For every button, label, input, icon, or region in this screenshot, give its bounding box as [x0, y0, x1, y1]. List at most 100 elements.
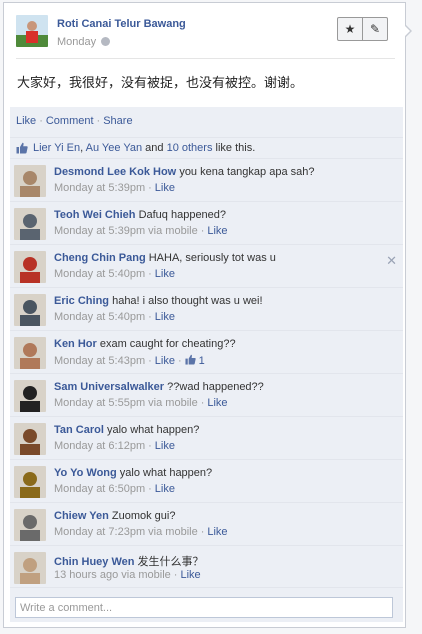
- comment-like-link[interactable]: Like: [155, 268, 175, 280]
- commenter-avatar[interactable]: [14, 466, 46, 498]
- comment-like-link[interactable]: Like: [155, 440, 175, 452]
- comment-time[interactable]: Monday at 5:43pm: [54, 355, 145, 367]
- write-comment-input[interactable]: [15, 597, 393, 618]
- comment-time[interactable]: Monday at 7:23pm: [54, 526, 145, 538]
- comment-author[interactable]: Chiew Yen: [54, 510, 109, 522]
- edit-pencil-button[interactable]: ✎: [362, 18, 387, 40]
- comment-author[interactable]: Teoh Wei Chieh: [54, 209, 136, 221]
- comment-time[interactable]: Monday at 6:12pm: [54, 440, 145, 452]
- avatar-image: [14, 509, 46, 541]
- avatar-head: [23, 214, 37, 228]
- commenter-avatar[interactable]: [14, 294, 46, 326]
- commenter-avatar[interactable]: [14, 552, 46, 584]
- commenter-avatar[interactable]: [14, 509, 46, 541]
- comment-time[interactable]: Monday at 5:40pm: [54, 311, 145, 323]
- comment-meta: Monday at 5:55pm via mobile · Like: [54, 397, 228, 409]
- comment-meta: Monday at 6:12pm · Like: [54, 440, 175, 452]
- comment-time[interactable]: Monday at 5:39pm: [54, 182, 145, 194]
- comment-row: Sam Universalwalker ??wad happened?? Mond…: [10, 373, 403, 416]
- poster-avatar[interactable]: [16, 15, 48, 47]
- comment-meta: 13 hours ago via mobile · Like: [54, 569, 201, 581]
- comment-like-link[interactable]: Like: [207, 397, 227, 409]
- avatar-body: [20, 272, 40, 283]
- comment-like-link[interactable]: Like: [155, 311, 175, 323]
- comment-time[interactable]: Monday at 5:39pm: [54, 225, 145, 237]
- avatar-head: [23, 257, 37, 271]
- comment-author[interactable]: Chin Huey Wen: [54, 556, 134, 568]
- separator-dot: ·: [148, 355, 152, 367]
- avatar-body: [20, 573, 40, 584]
- commenter-avatar[interactable]: [14, 380, 46, 412]
- commenter-avatar[interactable]: [14, 208, 46, 240]
- comment-like-number[interactable]: 1: [199, 355, 205, 367]
- comment-row: Eric Ching haha! i also thought was u we…: [10, 287, 403, 330]
- commenter-avatar[interactable]: [14, 165, 46, 197]
- header-divider: [16, 58, 395, 59]
- comment-time[interactable]: Monday at 5:55pm: [54, 397, 145, 409]
- comment-meta: Monday at 6:50pm · Like: [54, 483, 175, 495]
- avatar-body: [20, 530, 40, 541]
- comment-meta: Monday at 5:43pm · Like · 1: [54, 354, 205, 367]
- comment-like-link[interactable]: Like: [155, 483, 175, 495]
- avatar-head: [23, 472, 37, 486]
- comment-link[interactable]: Comment: [46, 115, 94, 127]
- comment-author[interactable]: Eric Ching: [54, 295, 109, 307]
- separator-dot: ·: [200, 397, 205, 409]
- story-card: Roti Canai Telur Bawang Monday ★ ✎ 大家好，我…: [3, 2, 406, 628]
- comment-like-link[interactable]: Like: [155, 182, 175, 194]
- liker-name[interactable]: Lier Yi En: [33, 142, 80, 154]
- like-link[interactable]: Like: [16, 115, 36, 127]
- action-links: Like · Comment · Share: [16, 115, 133, 127]
- comment-time[interactable]: Monday at 5:40pm: [54, 268, 145, 280]
- comment-like-link[interactable]: Like: [155, 355, 175, 367]
- comment-author[interactable]: Yo Yo Wong: [54, 467, 117, 479]
- thumb-hand: [188, 354, 196, 365]
- comment-author[interactable]: Sam Universalwalker: [54, 381, 164, 393]
- post-timestamp[interactable]: Monday: [57, 36, 111, 48]
- comment-time[interactable]: Monday at 6:50pm: [54, 483, 145, 495]
- commenter-avatar[interactable]: [14, 423, 46, 455]
- comment-text: HAHA, seriously tot was u: [148, 252, 276, 264]
- comment-like-link[interactable]: Like: [207, 526, 227, 538]
- likers-others-link[interactable]: 10 others: [167, 142, 213, 154]
- comment-like-count[interactable]: 1: [185, 354, 205, 367]
- comment-author[interactable]: Tan Carol: [54, 424, 104, 436]
- commenter-avatar[interactable]: [14, 251, 46, 283]
- avatar-head: [23, 171, 37, 185]
- share-link[interactable]: Share: [103, 115, 132, 127]
- comment-text: 发生什么事？: [137, 556, 204, 568]
- avatar-image: [14, 337, 46, 369]
- comment-like-link[interactable]: Like: [180, 569, 200, 581]
- comment-row: Chin Huey Wen 发生什么事？ 13 hours ago via mob…: [10, 545, 403, 588]
- separator-dot: ·: [148, 182, 152, 194]
- avatar-image: [14, 208, 46, 240]
- comment-text: haha! i also thought was u wei!: [112, 295, 263, 307]
- comment-time[interactable]: 13 hours ago: [54, 569, 118, 581]
- comment-author[interactable]: Cheng Chin Pang: [54, 252, 146, 264]
- comment-meta: Monday at 5:40pm · Like: [54, 268, 175, 280]
- avatar-image: [14, 294, 46, 326]
- comment-line: Chiew Yen Zuomok gui?: [54, 510, 175, 522]
- post-message: 大家好，我很好，没有被捉，也没有被控。谢谢。: [17, 76, 304, 91]
- comment-row: Yo Yo Wong yalo what happen? Monday at 6:…: [10, 459, 403, 502]
- avatar-body: [20, 315, 40, 326]
- poster-name[interactable]: Roti Canai Telur Bawang: [57, 18, 186, 30]
- highlight-star-button[interactable]: ★: [338, 18, 362, 40]
- avatar-image: [14, 423, 46, 455]
- comment-via: via mobile: [145, 225, 198, 237]
- separator-dot: ·: [96, 115, 101, 127]
- avatar-head: [23, 343, 37, 357]
- comment-row: Cheng Chin Pang HAHA, seriously tot was …: [10, 244, 403, 287]
- avatar-body: [20, 358, 40, 369]
- audience-globe-icon[interactable]: [101, 37, 111, 46]
- comment-author[interactable]: Ken Hor: [54, 338, 97, 350]
- comment-text: yalo what happen?: [119, 467, 213, 479]
- comment-row: Teoh Wei Chieh Dafuq happened? Monday at …: [10, 201, 403, 244]
- remove-comment-close-icon[interactable]: ✕: [386, 253, 397, 269]
- liker-name[interactable]: Au Yee Yan: [86, 142, 143, 154]
- comment-author[interactable]: Desmond Lee Kok How: [54, 166, 176, 178]
- avatar-image: [14, 552, 46, 584]
- commenter-avatar[interactable]: [14, 337, 46, 369]
- comment-like-link[interactable]: Like: [207, 225, 227, 237]
- post-time-text[interactable]: Monday: [57, 36, 96, 48]
